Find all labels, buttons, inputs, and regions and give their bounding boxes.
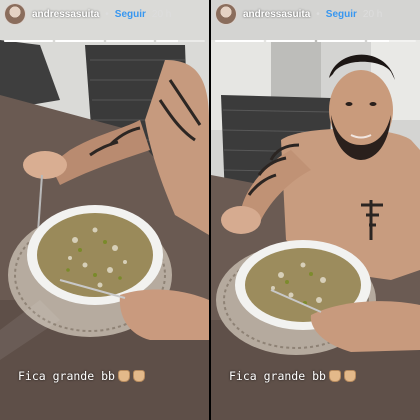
flexed-biceps-emoji bbox=[117, 370, 130, 382]
peanut-emoji bbox=[343, 370, 356, 382]
timestamp: 20 h bbox=[151, 8, 172, 20]
progress-segment bbox=[54, 40, 104, 42]
flexed-biceps-emoji bbox=[328, 370, 341, 382]
timestamp: 20 h bbox=[362, 8, 383, 20]
progress-segment bbox=[215, 40, 264, 42]
progress-segment bbox=[156, 40, 205, 42]
story-header: andressasuita • Seguir 20 h bbox=[215, 3, 416, 25]
separator-dot: • bbox=[105, 8, 109, 20]
story-panel-left[interactable]: andressasuita • Seguir 20 h Fica grande … bbox=[0, 0, 209, 420]
story-progress-bar bbox=[4, 40, 205, 42]
story-progress-bar bbox=[215, 40, 416, 42]
avatar[interactable] bbox=[4, 3, 26, 25]
story-panel-right[interactable]: andressasuita • Seguir 20 h Fica grande … bbox=[211, 0, 420, 420]
follow-button[interactable]: Seguir bbox=[326, 9, 357, 20]
story-caption: Fica grande bb bbox=[229, 369, 356, 383]
username[interactable]: andressasuita bbox=[243, 9, 310, 20]
progress-segment bbox=[367, 40, 416, 42]
caption-text: Fica grande bb bbox=[18, 369, 115, 383]
progress-segment bbox=[4, 40, 53, 42]
story-photo-left bbox=[0, 0, 209, 420]
story-caption: Fica grande bb bbox=[18, 369, 145, 383]
separator-dot: • bbox=[316, 8, 320, 20]
caption-text: Fica grande bb bbox=[229, 369, 326, 383]
avatar[interactable] bbox=[215, 3, 237, 25]
story-photo-right bbox=[211, 0, 420, 420]
progress-segment bbox=[316, 40, 366, 42]
peanut-emoji bbox=[132, 370, 145, 382]
progress-segment bbox=[105, 40, 155, 42]
username[interactable]: andressasuita bbox=[32, 9, 99, 20]
story-header: andressasuita • Seguir 20 h bbox=[4, 3, 205, 25]
follow-button[interactable]: Seguir bbox=[115, 9, 146, 20]
story-split-view: andressasuita • Seguir 20 h Fica grande … bbox=[0, 0, 420, 420]
progress-segment bbox=[265, 40, 315, 42]
